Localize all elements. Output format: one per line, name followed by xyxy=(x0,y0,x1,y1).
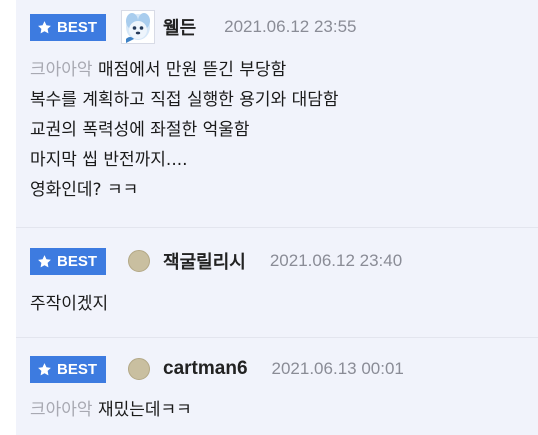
comment-line: 크아아악 재밌는데ㅋㅋ xyxy=(30,400,192,420)
comment-author[interactable]: cartman6 xyxy=(163,358,248,380)
best-badge-label: BEST xyxy=(57,18,98,36)
best-badge: BEST xyxy=(30,13,107,41)
comment-list: BEST 웰든 2021.06.12 23:55 크아아악 매점에서 만원 뜯긴… xyxy=(0,0,538,435)
reply-reference[interactable]: 크아아악 xyxy=(30,60,93,80)
comment-date: 2021.06.13 00:01 xyxy=(271,359,404,378)
comment-line: 주작이겠지 xyxy=(30,294,109,314)
comment-body: 크아아악 재밌는데ㅋㅋ xyxy=(30,395,528,425)
comment-meta: BEST cartman6 2021.06.13 00:01 xyxy=(30,353,404,385)
comment-line: 교권의 폭력성에 좌절한 억울함 xyxy=(30,120,250,140)
best-badge: BEST xyxy=(30,247,107,275)
avatar-circle-icon[interactable] xyxy=(128,250,151,272)
star-icon xyxy=(38,362,51,375)
comment-item: BEST 웰든 2021.06.12 23:55 크아아악 매점에서 만원 뜯긴… xyxy=(16,0,538,227)
avatar-image xyxy=(122,11,155,43)
comment-date: 2021.06.12 23:40 xyxy=(269,251,403,270)
comment-line: 마지막 씹 반전까지.... xyxy=(30,150,188,170)
comment-date: 2021.06.12 23:55 xyxy=(224,17,357,36)
best-badge-label: BEST xyxy=(57,360,98,378)
reply-reference[interactable]: 크아아악 xyxy=(30,400,93,420)
comment-author[interactable]: 웰든 xyxy=(163,14,196,40)
star-icon xyxy=(38,20,51,33)
comment-body: 주작이겠지 xyxy=(30,289,528,319)
comment-meta: BEST 잭굴릴리시 2021.06.12 23:40 xyxy=(30,245,402,277)
comment-line: 복수를 계획하고 직접 실행한 용기와 대담함 xyxy=(30,90,339,110)
avatar[interactable] xyxy=(121,10,156,44)
star-icon xyxy=(38,254,51,267)
comment-item: BEST 잭굴릴리시 2021.06.12 23:40 주작이겠지 xyxy=(16,228,538,337)
best-badge: BEST xyxy=(30,355,107,383)
comment-author[interactable]: 잭굴릴리시 xyxy=(163,248,246,274)
avatar-circle-icon[interactable] xyxy=(128,358,151,380)
best-badge-label: BEST xyxy=(57,252,98,270)
comment-line: 영화인데? ㅋㅋ xyxy=(30,180,139,200)
comment-line: 크아아악 매점에서 만원 뜯긴 부당함 xyxy=(30,60,287,80)
comment-body: 크아아악 매점에서 만원 뜯긴 부당함 복수를 계획하고 직접 실행한 용기와 … xyxy=(30,55,528,205)
comment-item: BEST cartman6 2021.06.13 00:01 크아아악 재밌는데… xyxy=(16,338,538,435)
comment-meta: BEST 웰든 2021.06.12 23:55 xyxy=(30,10,357,44)
